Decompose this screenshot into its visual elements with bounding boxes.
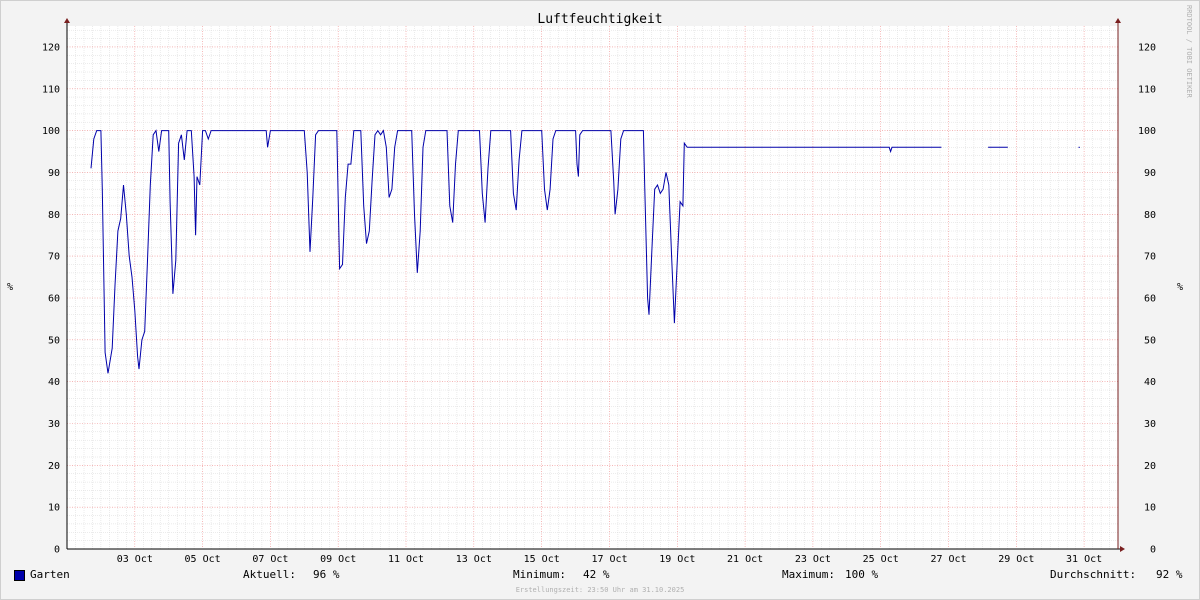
x-tick-label: 17 Oct — [591, 554, 627, 565]
y-tick-label-left: 100 — [42, 126, 60, 137]
y-tick-label-left: 90 — [48, 168, 60, 179]
x-tick-label: 09 Oct — [320, 554, 356, 565]
legend-swatch-garten — [14, 570, 25, 581]
y-tick-label-right: 110 — [1138, 84, 1156, 95]
legend-max-label: Maximum: — [782, 568, 835, 581]
y-tick-label-left: 70 — [48, 252, 60, 263]
humidity-chart: Luftfeuchtigkeit % % RRDTOOL / TOBI OETI… — [7, 5, 1193, 594]
y-tick-label-left: 60 — [48, 294, 60, 305]
y-tick-label-left: 80 — [48, 210, 60, 221]
y-axis-arrow-left — [64, 18, 70, 23]
y-tick-label-right: 0 — [1150, 545, 1156, 556]
chart-title: Luftfeuchtigkeit — [537, 12, 662, 27]
legend-min-label: Minimum: — [513, 568, 566, 581]
x-tick-label: 11 Oct — [388, 554, 424, 565]
legend-current-label: Aktuell: — [243, 568, 296, 581]
grid — [67, 26, 1118, 549]
y-tick-label-right: 90 — [1144, 168, 1156, 179]
x-tick-label: 21 Oct — [727, 554, 763, 565]
x-tick-label: 03 Oct — [117, 554, 153, 565]
y-tick-label-right: 60 — [1144, 294, 1156, 305]
y-tick-label-right: 80 — [1144, 210, 1156, 221]
x-tick-label: 15 Oct — [524, 554, 560, 565]
x-tick-label: 05 Oct — [185, 554, 221, 565]
y-tick-label-right: 20 — [1144, 461, 1156, 472]
x-tick-label: 29 Oct — [998, 554, 1034, 565]
y-axis-label-left: % — [7, 282, 13, 293]
y-tick-label-left: 20 — [48, 461, 60, 472]
legend: Garten Aktuell: 96 % Minimum: 42 % Maxim… — [0, 566, 1200, 584]
y-tick-label-right: 100 — [1138, 126, 1156, 137]
y-axis-arrow-right — [1115, 18, 1121, 23]
x-tick-label: 31 Oct — [1066, 554, 1102, 565]
rrdtool-watermark: RRDTOOL / TOBI OETIKER — [1185, 5, 1193, 99]
y-tick-label-right: 40 — [1144, 377, 1156, 388]
legend-series-name: Garten — [30, 568, 70, 581]
y-tick-label-left: 0 — [54, 545, 60, 556]
x-tick-label: 07 Oct — [252, 554, 288, 565]
x-tick-labels: 03 Oct 05 Oct 07 Oct 09 Oct 11 Oct 13 Oct 15 O… — [117, 554, 1102, 565]
y-tick-label-right: 70 — [1144, 252, 1156, 263]
x-tick-label: 13 Oct — [456, 554, 492, 565]
y-tick-label-right: 10 — [1144, 503, 1156, 514]
y-tick-label-right: 50 — [1144, 335, 1156, 346]
creation-time-footer: Erstellungszeit: 23:50 Uhr am 31.10.2025 — [516, 586, 685, 594]
y-tick-label-left: 120 — [42, 42, 60, 53]
y-tick-label-left: 110 — [42, 84, 60, 95]
y-tick-label-left: 10 — [48, 503, 60, 514]
y-tick-label-right: 120 — [1138, 42, 1156, 53]
x-tick-label: 23 Oct — [795, 554, 831, 565]
y-tick-label-right: 30 — [1144, 419, 1156, 430]
y-tick-label-left: 30 — [48, 419, 60, 430]
y-axis-label-right: % — [1177, 282, 1183, 293]
y-tick-label-left: 40 — [48, 377, 60, 388]
x-tick-label: 25 Oct — [863, 554, 899, 565]
legend-avg-value: 92 % — [1156, 568, 1183, 581]
x-tick-label: 19 Oct — [659, 554, 695, 565]
x-axis-arrow — [1120, 546, 1125, 552]
legend-min-value: 42 % — [583, 568, 610, 581]
legend-max-value: 100 % — [845, 568, 879, 581]
y-tick-label-left: 50 — [48, 335, 60, 346]
legend-avg-label: Durchschnitt: — [1050, 568, 1137, 581]
x-tick-label: 27 Oct — [930, 554, 966, 565]
legend-current-value: 96 % — [313, 568, 340, 581]
